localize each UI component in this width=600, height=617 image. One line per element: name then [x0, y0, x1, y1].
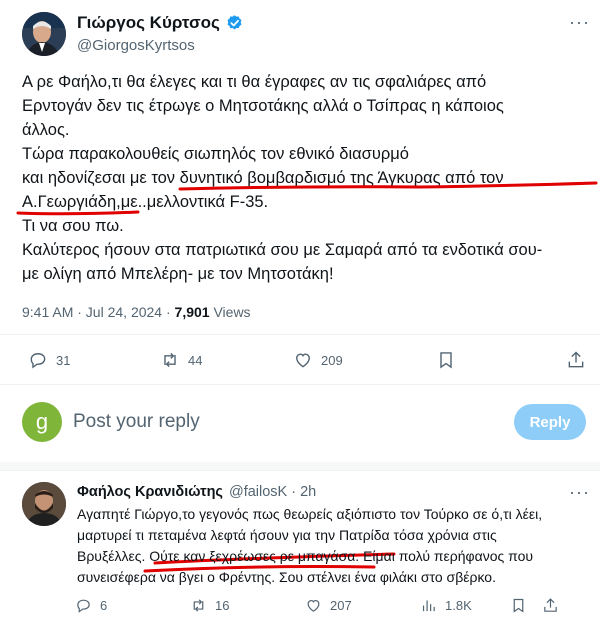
like-count: 207 [330, 598, 352, 613]
reply-author-handle[interactable]: @failosK · 2h [229, 484, 316, 500]
reply-reply-action[interactable]: 6 [75, 597, 107, 614]
views-label: Views [209, 304, 251, 320]
reply-count: 31 [56, 352, 71, 368]
bookmark-action[interactable] [436, 350, 456, 370]
reply-text: Αγαπητέ Γιώργο,το γεγονός πως θεωρείς αξ… [77, 504, 542, 588]
divider [0, 470, 600, 471]
bookmark-icon [440, 352, 452, 369]
reply-author-avatar[interactable] [22, 482, 66, 526]
retweet-action[interactable]: 44 [160, 350, 202, 370]
heart-icon [307, 599, 320, 612]
views-count: 7,901 [174, 304, 210, 320]
reply-line: συνεισέφερα να βγει ο Φρέντης. Σου στέλν… [77, 569, 496, 585]
like-action[interactable]: 209 [293, 350, 343, 370]
reply-action[interactable]: 31 [28, 350, 70, 370]
divider [0, 334, 600, 335]
divider [0, 384, 600, 385]
reply-more-options-icon[interactable]: ··· [569, 482, 590, 503]
reply-retweet-action[interactable]: 16 [190, 597, 229, 614]
bookmark-icon [513, 598, 524, 613]
reply-author-row: Φαήλος Κρανιδιώτης @failosK · 2h [77, 484, 316, 500]
reply-line: μαρτυρεί τι πεταμένα λεφτά ήσουν για την… [77, 527, 497, 543]
heart-icon [296, 353, 310, 368]
section-divider [0, 462, 600, 470]
retweet-icon [164, 352, 176, 368]
reply-button[interactable]: Reply [514, 404, 586, 440]
reply-input[interactable]: Post your reply [73, 411, 200, 433]
retweet-count: 44 [188, 352, 203, 368]
share-icon [568, 351, 584, 368]
views-count: 1.8K [445, 598, 472, 613]
retweet-count: 16 [215, 598, 230, 613]
reply-bookmark-action[interactable] [510, 597, 527, 614]
share-action[interactable] [566, 350, 586, 370]
time-text: 9:41 AM · Jul 24, 2024 · [22, 304, 175, 320]
retweet-icon [193, 599, 204, 612]
reply-line: Αγαπητέ Γιώργο,το γεγονός πως θεωρείς αξ… [77, 506, 543, 522]
reply-count: 6 [100, 598, 108, 613]
share-icon [544, 598, 557, 612]
reply-like-action[interactable]: 207 [305, 597, 352, 614]
like-count: 209 [321, 352, 343, 368]
reply-line: Βρυξέλλες. Ούτε καν ξεχρέωσες ρε μπαγάσα… [77, 548, 534, 564]
reply-author-name[interactable]: Φαήλος Κρανιδιώτης [77, 484, 223, 500]
avatar-photo [22, 482, 66, 526]
views-chart-icon [422, 600, 435, 612]
user-avatar[interactable]: g [22, 402, 62, 442]
reply-icon [30, 353, 46, 369]
reply-icon [77, 599, 90, 613]
reply-views-action[interactable]: 1.8K [420, 597, 472, 614]
reply-share-action[interactable] [542, 597, 559, 614]
tweet-timestamp[interactable]: 9:41 AM · Jul 24, 2024 · 7,901 Views [22, 304, 251, 320]
